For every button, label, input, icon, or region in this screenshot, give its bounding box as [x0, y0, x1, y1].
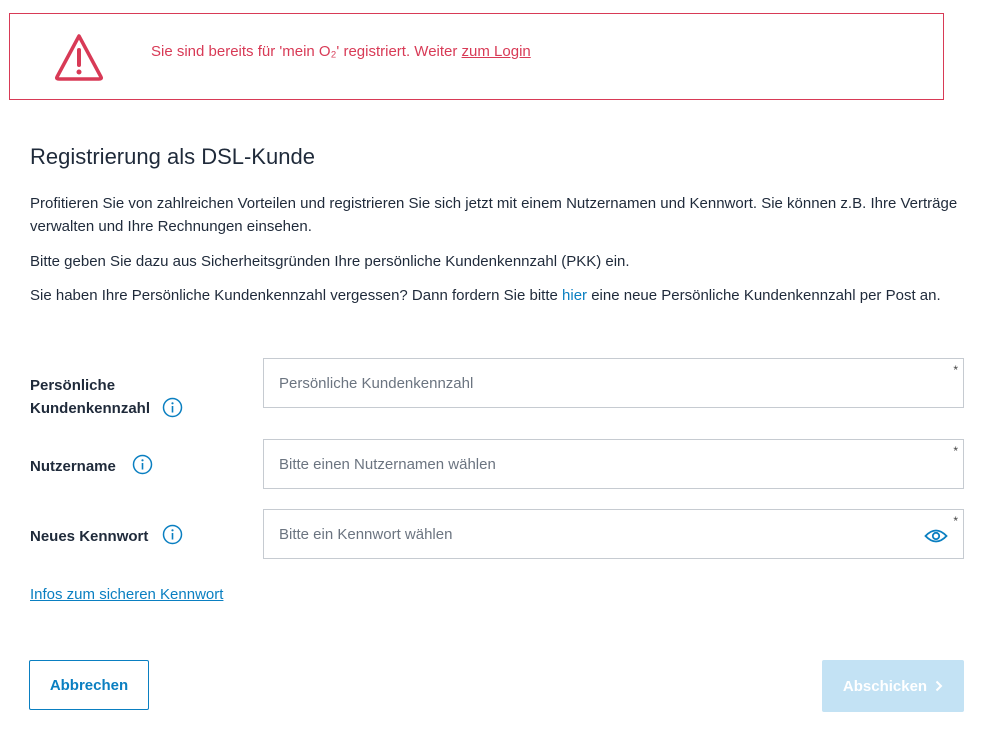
- warning-triangle-icon: [55, 34, 103, 81]
- forgot-pkk-text: Sie haben Ihre Persönliche Kundenkennzah…: [30, 287, 941, 304]
- password-label: Neues Kennwort: [30, 528, 149, 545]
- request-pkk-link[interactable]: hier: [562, 287, 587, 304]
- required-mark: *: [953, 444, 958, 458]
- username-input[interactable]: [279, 440, 919, 488]
- alert-message: Sie sind bereits für 'mein O₂' registrie…: [151, 43, 531, 60]
- password-info-icon[interactable]: [162, 524, 183, 545]
- error-alert: Sie sind bereits für 'mein O₂' registrie…: [9, 13, 944, 100]
- password-input[interactable]: [279, 510, 919, 558]
- submit-button-label: Abschicken: [842, 677, 928, 695]
- pkk-info-icon[interactable]: [162, 397, 183, 418]
- chevron-right-icon: [935, 680, 943, 692]
- show-password-eye-icon[interactable]: [924, 528, 948, 544]
- required-mark: *: [953, 363, 958, 377]
- username-field: *: [263, 439, 964, 489]
- pkk-hint-text: Bitte geben Sie dazu aus Sicherheitsgrün…: [30, 253, 630, 270]
- pkk-label: Persönliche Kundenkennzahl: [30, 377, 151, 417]
- username-info-icon[interactable]: [132, 454, 153, 475]
- cancel-button[interactable]: Abbrechen: [29, 660, 149, 710]
- username-label: Nutzername: [30, 458, 116, 475]
- page-title: Registrierung als DSL-Kunde: [30, 144, 315, 169]
- pkk-field: *: [263, 358, 964, 408]
- password-info-link[interactable]: Infos zum sicheren Kennwort: [30, 586, 223, 603]
- required-mark: *: [953, 514, 958, 528]
- submit-button[interactable]: Abschicken: [822, 660, 964, 712]
- password-field: *: [263, 509, 964, 559]
- intro-text: Profitieren Sie von zahlreichen Vorteile…: [30, 195, 958, 235]
- login-link[interactable]: zum Login: [462, 43, 531, 60]
- pkk-input[interactable]: [279, 359, 919, 407]
